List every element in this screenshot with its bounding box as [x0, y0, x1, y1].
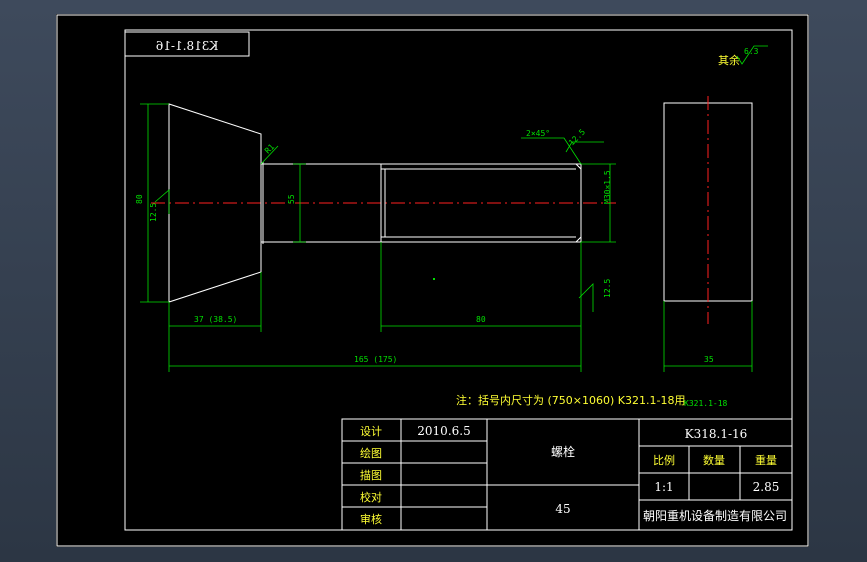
dim-head-len: 37 (38.5): [194, 315, 237, 324]
qty-label: 数量: [703, 454, 725, 467]
material: 45: [555, 502, 570, 516]
design-label: 设计: [360, 425, 382, 438]
draw-label: 绘图: [360, 446, 382, 460]
dim-side-width: 35: [704, 355, 714, 364]
dimensions: [140, 103, 753, 372]
dim-head-dia: 80: [135, 194, 144, 204]
weight-value: 2.85: [753, 480, 780, 494]
dim-total-len: 165 (175): [354, 355, 397, 364]
part-name: 螺栓: [551, 444, 575, 459]
design-date: 2010.6.5: [417, 424, 470, 438]
alt-part-no: K321.1-18: [684, 399, 728, 408]
drawing-frame: [124, 29, 793, 531]
scale-value: 1:1: [654, 480, 673, 494]
drawing-number: K318.1-16: [685, 427, 748, 441]
review-label: 审核: [360, 512, 382, 526]
chamfer-label: 2×45°: [526, 129, 550, 138]
drawing-sheet: K318.1-16 其余 6.3 80 12.5 55 R1 M30×1.5 2…: [56, 14, 809, 547]
title-stamp-text: K318.1-16: [156, 39, 219, 53]
weight-label: 重量: [755, 453, 777, 467]
surface-roughness-3: 12.5: [603, 279, 612, 298]
center-mark: [433, 278, 435, 280]
roughness-label: 其余: [718, 53, 740, 67]
radius-label: R1: [263, 142, 276, 155]
drawing-note: 注：括号内尺寸为 (750×1060) K321.1-18用: [456, 393, 685, 407]
surface-roughness-2: 12.5: [567, 127, 587, 147]
dim-thread: M30×1.5: [603, 170, 612, 204]
scale-label: 比例: [653, 453, 675, 467]
outer-border: [56, 14, 809, 547]
trace-label: 描图: [360, 468, 382, 482]
company-name: 朝阳重机设备制造有限公司: [643, 509, 787, 523]
surface-roughness-1: 12.5: [149, 203, 158, 222]
check-label: 校对: [360, 490, 382, 504]
dim-shank-dia: 55: [287, 194, 296, 204]
dim-thread-len: 80: [476, 315, 486, 324]
cad-drawing: K318.1-16 其余 6.3 80 12.5 55 R1 M30×1.5 2…: [56, 14, 809, 547]
roughness-value: 6.3: [744, 47, 759, 56]
